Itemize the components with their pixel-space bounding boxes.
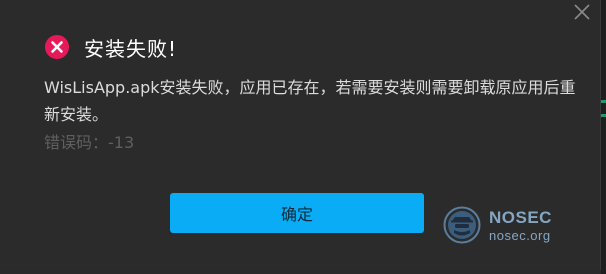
background-window-edge <box>601 0 606 274</box>
dialog-header: 安装失败! <box>44 32 177 62</box>
error-message: WisLisApp.apk安装失败，应用已存在，若需要安装则需要卸载原应用后重新… <box>44 78 576 124</box>
nosec-logo-icon <box>443 206 481 244</box>
error-icon <box>45 35 69 59</box>
watermark-url: nosec.org <box>489 227 551 243</box>
close-button[interactable] <box>568 0 596 26</box>
install-failed-dialog: 安装失败! WisLisApp.apk安装失败，应用已存在，若需要安装则需要卸载… <box>0 0 601 270</box>
watermark-name: NOSEC <box>489 207 552 227</box>
error-code: 错误码：-13 <box>44 133 135 152</box>
close-icon <box>574 4 590 20</box>
watermark: NOSEC nosec.org <box>443 206 552 244</box>
confirm-button[interactable]: 确定 <box>170 193 424 233</box>
dialog-title: 安装失败! <box>84 36 178 61</box>
